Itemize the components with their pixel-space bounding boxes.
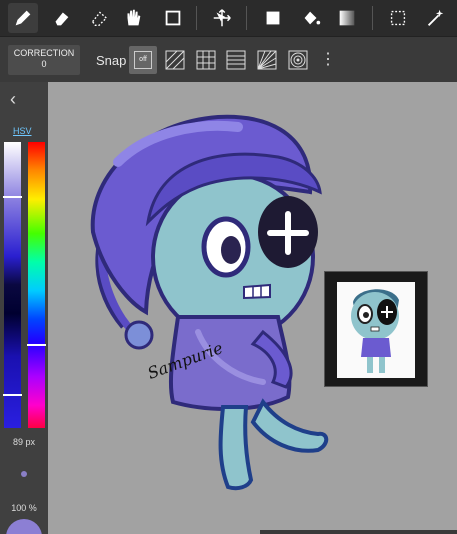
hue-marker[interactable] bbox=[27, 344, 46, 346]
bucket-tool-button[interactable] bbox=[296, 3, 326, 33]
grid-snap-icon bbox=[196, 50, 216, 70]
collapse-panel-button[interactable]: ‹ bbox=[10, 90, 16, 108]
left-leg bbox=[218, 405, 254, 491]
value-marker[interactable] bbox=[3, 394, 22, 396]
opacity-label: 100 % bbox=[11, 503, 37, 513]
gradient-tool-button[interactable] bbox=[332, 3, 362, 33]
concentric-snap-icon bbox=[288, 50, 308, 70]
thumbnail-image bbox=[337, 282, 415, 378]
saturation-value-slider[interactable] bbox=[3, 142, 22, 428]
move-tool-button[interactable] bbox=[207, 3, 237, 33]
hood-pompom bbox=[124, 320, 154, 350]
snap-label: Snap bbox=[96, 53, 127, 68]
bottom-scroll-bar[interactable] bbox=[260, 530, 457, 534]
more-options-icon[interactable]: ⋮ bbox=[318, 50, 338, 70]
hue-slider[interactable] bbox=[27, 142, 46, 428]
magic-wand-icon bbox=[427, 9, 444, 26]
right-leg bbox=[250, 398, 329, 453]
main-toolbar bbox=[0, 0, 457, 36]
medibang-paint-app: CORRECTION 0 Snap off ⋮ ‹ HSV 89 px 100 … bbox=[0, 0, 457, 534]
blur-eraser-icon bbox=[91, 11, 108, 27]
fill-rect-icon bbox=[266, 11, 280, 25]
perspective-snap-icon bbox=[257, 50, 277, 70]
left-pupil bbox=[221, 236, 241, 264]
snap-off-button[interactable]: off bbox=[129, 46, 157, 74]
horizontal-snap-icon bbox=[226, 50, 246, 70]
move-icon bbox=[213, 9, 231, 27]
correction-button[interactable]: CORRECTION 0 bbox=[8, 45, 80, 75]
magic-wand-tool-button[interactable] bbox=[420, 3, 450, 33]
hand-icon bbox=[127, 9, 141, 26]
correction-label: CORRECTION bbox=[13, 48, 75, 58]
eraser-tool-button[interactable] bbox=[46, 3, 76, 33]
perspective-snap-button[interactable] bbox=[253, 46, 281, 74]
thumbnail-character bbox=[351, 289, 399, 373]
brush-options-bar: CORRECTION 0 Snap off ⋮ bbox=[0, 36, 457, 82]
toolbar-divider bbox=[372, 6, 373, 30]
rectangle-icon bbox=[165, 10, 181, 26]
pen-tool-button[interactable] bbox=[8, 3, 38, 33]
rectangle-tool-button[interactable] bbox=[158, 3, 188, 33]
blur-eraser-tool-button[interactable] bbox=[84, 3, 114, 33]
fill-rect-tool-button[interactable] bbox=[258, 3, 288, 33]
saturation-marker[interactable] bbox=[3, 196, 22, 198]
current-color-swatch[interactable] bbox=[6, 519, 42, 534]
bucket-icon bbox=[304, 11, 321, 25]
brush-size-label: 89 px bbox=[12, 437, 36, 447]
eraser-icon bbox=[55, 12, 69, 26]
correction-value: 0 bbox=[41, 59, 47, 69]
horizontal-snap-button[interactable] bbox=[222, 46, 250, 74]
gradient-icon bbox=[339, 10, 355, 26]
hand-tool-button[interactable] bbox=[118, 3, 148, 33]
color-panel: ‹ HSV 89 px 100 % bbox=[0, 82, 48, 534]
toolbar-divider bbox=[196, 6, 197, 30]
grid-snap-button[interactable] bbox=[192, 46, 220, 74]
parallel-snap-icon bbox=[165, 50, 185, 70]
parallel-snap-button[interactable] bbox=[161, 46, 189, 74]
toolbar-divider bbox=[246, 6, 247, 30]
mouth bbox=[243, 283, 271, 300]
hsv-mode-toggle[interactable]: HSV bbox=[13, 126, 32, 136]
concentric-snap-button[interactable] bbox=[284, 46, 312, 74]
reference-thumbnail[interactable] bbox=[324, 271, 428, 387]
select-tool-button[interactable] bbox=[383, 3, 413, 33]
pen-icon bbox=[15, 10, 31, 26]
snap-off-label: off bbox=[134, 51, 152, 69]
select-icon bbox=[390, 10, 406, 26]
brush-size-preview[interactable] bbox=[21, 471, 27, 477]
